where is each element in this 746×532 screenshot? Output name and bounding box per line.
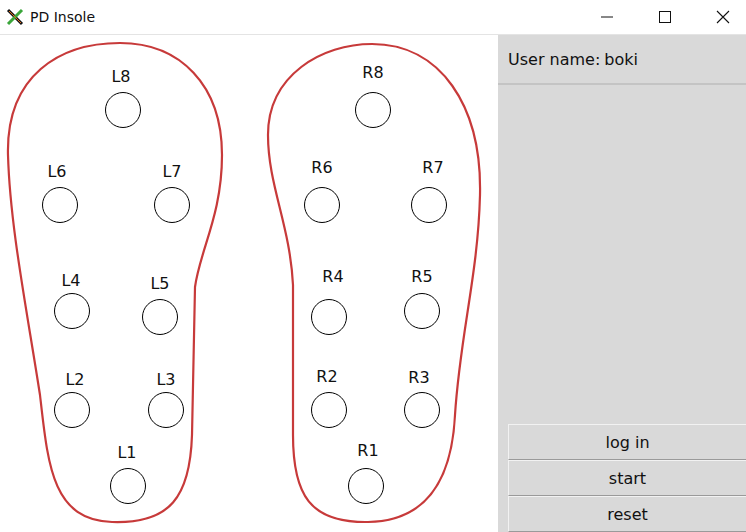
sensor-label: L7 (162, 164, 181, 180)
sensor-circle (411, 187, 447, 223)
sensor-label: L6 (47, 164, 66, 180)
sensor-label: L3 (156, 372, 175, 388)
maximize-icon[interactable] (658, 10, 672, 24)
user-name-row: User name:boki (498, 35, 746, 85)
sensor-circle (311, 392, 347, 428)
sensor-circle (404, 392, 440, 428)
maximize-button[interactable] (642, 0, 688, 34)
sensor-label: R6 (311, 160, 332, 176)
sensor-circle (110, 468, 146, 504)
sensor-circle (54, 392, 90, 428)
sensor-circle (154, 187, 190, 223)
start-button[interactable]: start (508, 460, 746, 496)
sensor-label: L5 (150, 276, 169, 292)
minimize-icon[interactable] (600, 10, 614, 24)
minimize-button[interactable] (584, 0, 630, 34)
window-title: PD Insole (30, 9, 95, 25)
insole-canvas: L1 L2 L3 L4 L5 L6 L7 L8 R1 R2 R3 R4 R5 R6 R7 R8 (0, 35, 498, 532)
sensor-label: R7 (422, 160, 443, 176)
sensor-circle (355, 92, 391, 128)
title-bar: PD Insole (0, 0, 746, 35)
sensor-label: L8 (111, 69, 130, 85)
sensor-label: L1 (117, 445, 136, 461)
sensor-circle (348, 468, 384, 504)
sensor-circle (404, 293, 440, 329)
sensor-circle (148, 392, 184, 428)
sensor-circle (142, 299, 178, 335)
user-name-label: User name: (508, 50, 600, 69)
sensor-circle (42, 187, 78, 223)
sensor-circle (105, 92, 141, 128)
button-stack: log instartreset (498, 424, 746, 532)
sensor-label: R2 (316, 369, 337, 385)
close-icon[interactable] (716, 10, 730, 24)
sensor-circle (304, 187, 340, 223)
sensor-label: L2 (65, 372, 84, 388)
sensor-label: R8 (362, 65, 383, 81)
log-in-button[interactable]: log in (508, 424, 746, 460)
user-name-value: boki (604, 50, 638, 69)
reset-button[interactable]: reset (508, 496, 746, 532)
sensor-label: R1 (357, 443, 378, 459)
close-button[interactable] (700, 0, 746, 34)
sensor-label: R4 (322, 269, 343, 285)
control-panel: User name:boki log instartreset (498, 35, 746, 532)
sensor-circle (311, 299, 347, 335)
sensor-label: R3 (408, 370, 429, 386)
sensor-circle (54, 293, 90, 329)
main-area: L1 L2 L3 L4 L5 L6 L7 L8 R1 R2 R3 R4 R5 R6 R7 R8 User nam… (0, 35, 746, 532)
sensor-label: R5 (411, 269, 432, 285)
app-logo-icon (6, 8, 24, 26)
sensor-label: L4 (61, 273, 80, 289)
